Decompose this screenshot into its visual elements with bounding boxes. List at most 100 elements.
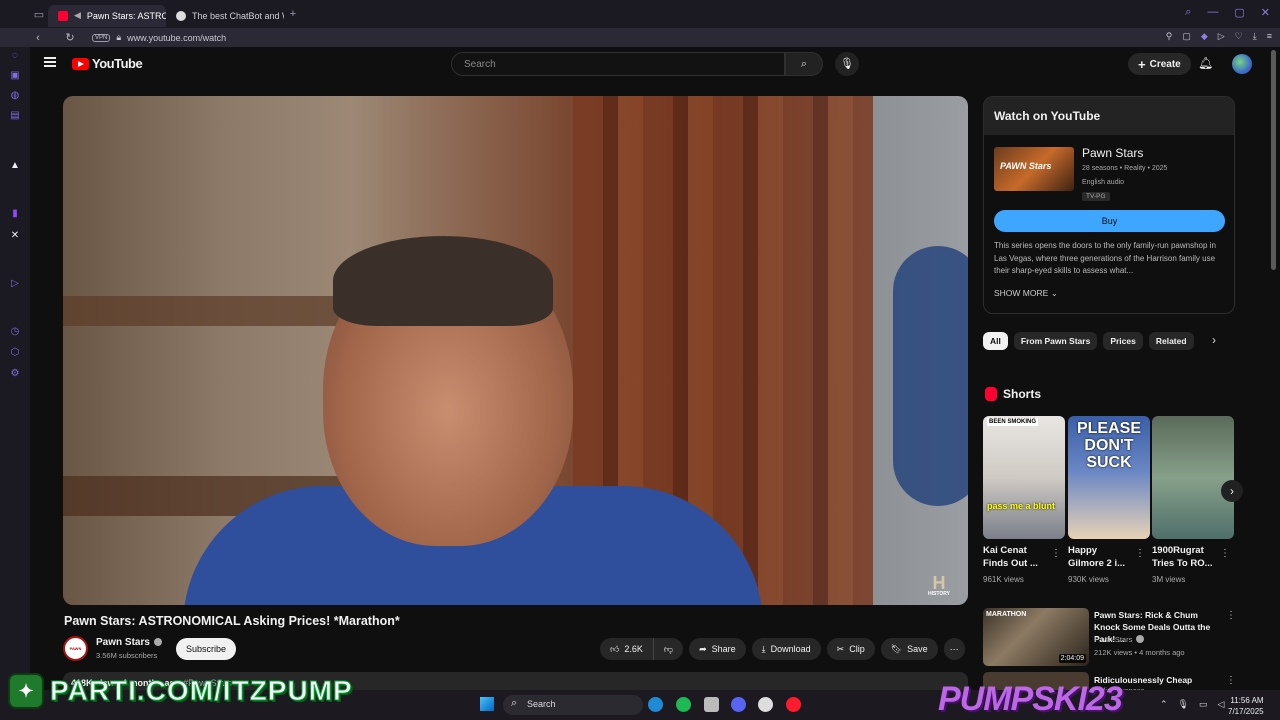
shorts-icon [985,387,997,401]
more-vert-icon[interactable]: ⋮ [1051,548,1061,559]
pin-icon[interactable]: ⚲ [1166,31,1173,42]
short-title[interactable]: Kai Cenat Finds Out ... [983,544,1045,570]
tab-menu-icon[interactable]: ▭ [30,8,48,21]
maximize-icon[interactable]: ▢ [1234,6,1244,19]
sidebar-app-icon[interactable]: ◍ [9,90,21,102]
more-actions-button[interactable]: ⋯ [943,638,965,660]
close-icon[interactable]: ✕ [1261,6,1270,19]
reload-icon[interactable]: ↻ [62,31,78,44]
search-button[interactable]: ⌕ [785,52,823,76]
address-bar: ‹ ↻ VPN 🔒︎ www.youtube.com/watch ⚲ ▢ ◆ ▷… [0,28,1280,47]
page-scrollbar[interactable] [1271,50,1276,270]
save-button[interactable]: 🔖︎ Save [880,638,938,660]
mic-icon[interactable]: 🎙︎ [1178,699,1189,710]
sidebar-app-icon[interactable]: ◌ [9,50,21,62]
tab-label: Pawn Stars: ASTRONOMICAL [86,10,166,21]
player-icon[interactable]: ▷ [9,278,21,290]
short-thumbnail[interactable]: BEEN SMOKING pass me a blunt [983,416,1065,539]
x-icon[interactable]: ✕ [9,230,21,242]
snapshot-icon[interactable]: ▢ [1182,31,1191,42]
video-player[interactable]: H HISTORY [63,96,968,605]
twitch-icon[interactable]: ▮ [9,208,21,220]
show-thumbnail[interactable]: PAWN Stars [994,147,1074,191]
watch-on-youtube-card: Watch on YouTube PAWN Stars Pawn Stars 2… [983,96,1235,314]
files-icon[interactable] [704,697,719,712]
tab-youtube[interactable]: ◀ Pawn Stars: ASTRONOMICAL [48,4,166,27]
recommended-channel[interactable]: Pawn Stars [1094,635,1145,644]
history-channel-watermark: H HISTORY [928,573,950,597]
download-button[interactable]: ⤓ Download [751,638,821,660]
like-button[interactable]: 👍︎ 2.6K [600,638,654,660]
extensions-icon[interactable]: ⬡ [9,347,21,359]
edge-icon[interactable] [648,697,663,712]
video-title: Pawn Stars: ASTRONOMICAL Asking Prices! … [64,614,400,628]
sidebar-app-icon[interactable]: ▲ [9,160,21,172]
chip-from-pawn-stars[interactable]: From Pawn Stars [1013,332,1098,350]
shorts-next-button[interactable]: › [1221,480,1243,502]
chip-prices[interactable]: Prices [1103,332,1143,350]
sidebar-app-icon[interactable]: ▣ [9,70,21,82]
watch-card-heading: Watch on YouTube [984,97,1234,135]
subscribe-button[interactable]: Subscribe [176,638,237,660]
taskbar-clock[interactable]: 11:56 AM 7/17/2025 [1228,695,1264,717]
menu-icon[interactable]: ≡ [1267,31,1272,42]
extension-icon[interactable]: ◆ [1201,31,1208,42]
history-icon[interactable]: ◷ [9,326,21,338]
dislike-button[interactable]: 👎︎ [653,638,684,660]
guide-menu-icon[interactable] [44,57,56,67]
heart-icon[interactable]: ♡ [1235,31,1243,42]
channel-avatar[interactable]: PAWN [63,636,88,661]
more-vert-icon[interactable]: ⋮ [1220,548,1230,559]
minimize-icon[interactable]: — [1207,6,1218,19]
settings-icon[interactable]: ⚙ [9,368,21,380]
screen: ◯ ◌ ▣ ◍ ▤ ▲ ▮ ✕ ▷ ◷ ⬡ ⚙ ▭ ◀ Pawn Stars: … [0,0,1280,720]
more-vert-icon[interactable]: ⋮ [1226,610,1236,621]
voice-search-button[interactable]: 🎙︎ [835,52,859,76]
short-thumbnail[interactable]: PLEASE DON'T SUCK [1068,416,1150,539]
new-tab-button[interactable]: + [284,8,302,20]
youtube-logo[interactable]: YouTube [72,56,143,71]
obs-icon[interactable] [758,697,773,712]
channel-name[interactable]: Pawn Stars [96,637,162,648]
chip-related[interactable]: Related [1148,332,1194,350]
download-icon[interactable]: ⤓ [1253,31,1257,42]
more-vert-icon[interactable]: ⋮ [1226,675,1236,686]
sidebar-app-icon[interactable]: ▤ [9,110,21,122]
tab-chatbot[interactable]: The best ChatBot and W... [166,5,284,27]
create-button[interactable]: + Create [1128,53,1191,75]
clip-button[interactable]: ✂ Clip [826,638,875,660]
discord-icon[interactable] [731,697,746,712]
opera-gx-icon[interactable] [786,697,801,712]
windows-start-icon[interactable] [480,697,494,711]
short-caption: PLEASE DON'T SUCK [1076,420,1141,471]
search-tabs-icon[interactable]: ⌕ [1185,6,1191,19]
share-button[interactable]: ➦ Share [689,638,746,660]
volume-icon[interactable]: ◁ [1218,699,1225,710]
recommended-thumbnail[interactable]: MARATHON 2:04:09 [983,608,1089,666]
short-badge: BEEN SMOKING [987,418,1039,426]
short-views: 930K views [1068,575,1109,584]
rating-badge: TV-PG [1082,192,1110,201]
audio-icon[interactable]: ◀ [74,10,81,21]
notifications-bell-icon[interactable]: 🔔︎ [1198,56,1213,70]
back-icon[interactable]: ‹ [30,32,46,44]
short-thumbnail[interactable] [1152,416,1234,539]
url-field[interactable]: www.youtube.com/watch [127,33,226,43]
spotify-icon[interactable] [676,697,691,712]
short-title[interactable]: Happy Gilmore 2 i... [1068,544,1130,570]
chevron-right-icon[interactable]: › [1212,333,1216,347]
search-input[interactable]: Search [451,52,785,76]
vpn-badge[interactable]: VPN [92,33,111,42]
chip-all[interactable]: All [983,332,1008,350]
more-vert-icon[interactable]: ⋮ [1135,548,1145,559]
user-avatar[interactable] [1232,54,1252,74]
show-title[interactable]: Pawn Stars [1082,146,1143,160]
taskbar-search[interactable]: Search [503,695,643,715]
buy-button[interactable]: Buy [994,210,1225,232]
show-more-button[interactable]: SHOW MORE ⌄ [994,288,1058,299]
play-icon[interactable]: ▷ [1218,31,1225,42]
network-icon[interactable]: ▭ [1199,699,1208,710]
address-bar-tools: ⚲ ▢ ◆ ▷ ♡ ⤓ ≡ [1166,31,1272,42]
chevron-up-icon[interactable]: ⌃ [1160,699,1168,710]
short-title[interactable]: 1900Rugrat Tries To RO... [1152,544,1214,570]
